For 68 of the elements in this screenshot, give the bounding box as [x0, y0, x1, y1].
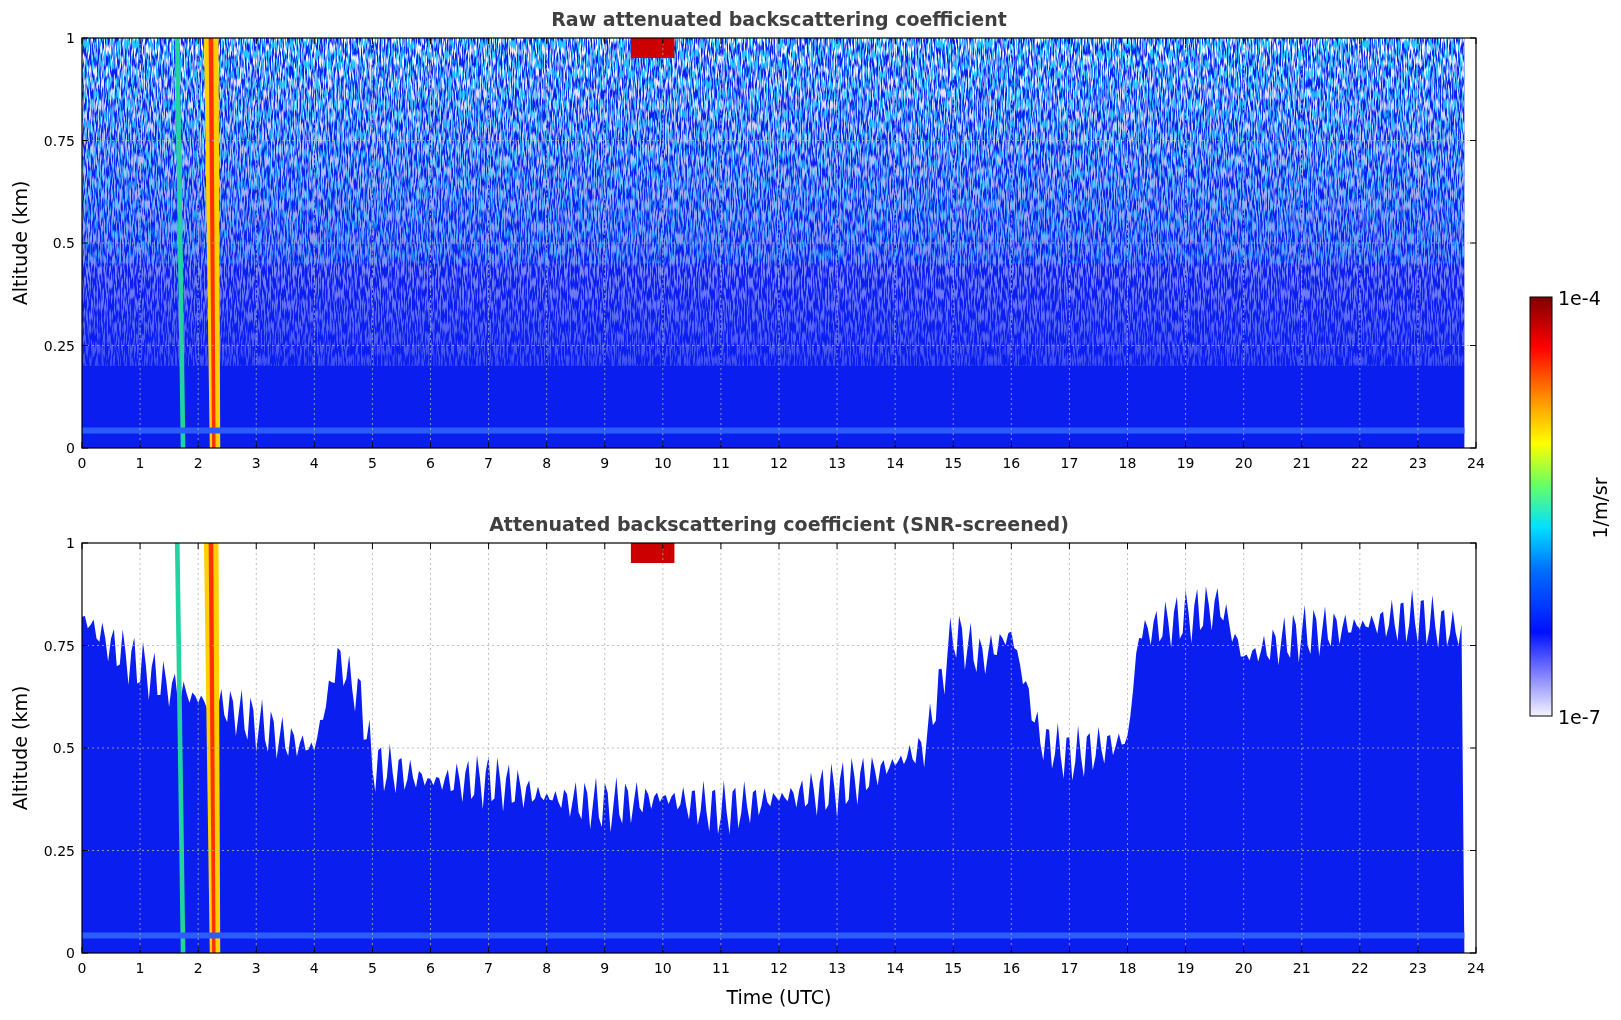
tick-label: 0.5 — [52, 740, 75, 756]
tick-label: 15 — [944, 960, 963, 976]
tick-label: 7 — [484, 960, 494, 976]
tick-label: 4 — [309, 960, 319, 976]
tick-label: 1 — [66, 535, 75, 551]
tick-label: 0 — [66, 945, 75, 961]
tick-label: 16 — [1002, 960, 1021, 976]
tick-label: 21 — [1292, 455, 1311, 471]
tick-label: 9 — [600, 455, 610, 471]
axis-label: Altitude (km) — [9, 180, 31, 306]
tick-label: 6 — [426, 455, 435, 471]
axis-label: Time (UTC) — [726, 986, 832, 1008]
tick-label: 12 — [770, 455, 788, 471]
tick-label: 13 — [828, 455, 846, 471]
tick-label: 23 — [1409, 960, 1427, 976]
colorbar-max-label: 1e-4 — [1558, 287, 1601, 309]
tick-label: 19 — [1176, 960, 1195, 976]
tick-label: 8 — [542, 960, 552, 976]
tick-label: 1 — [135, 960, 145, 976]
tick-label: 14 — [886, 960, 905, 976]
tick-label: 22 — [1350, 960, 1369, 976]
tick-label: 23 — [1409, 455, 1427, 471]
tick-label: 1 — [66, 30, 75, 46]
tick-label: 7 — [484, 455, 494, 471]
tick-label: 3 — [251, 455, 261, 471]
tick-label: 1 — [135, 455, 145, 471]
tick-label: 24 — [1467, 960, 1485, 976]
tick-label: 14 — [886, 455, 905, 471]
tick-label: 22 — [1350, 455, 1369, 471]
panel-title: Raw attenuated backscattering coefficient — [551, 8, 1007, 30]
tick-label: 6 — [426, 960, 435, 976]
tick-label: 3 — [251, 960, 261, 976]
tick-label: 10 — [653, 455, 672, 471]
tick-label: 4 — [309, 455, 319, 471]
tick-label: 12 — [770, 960, 788, 976]
tick-label: 0 — [77, 960, 87, 976]
tick-label: 2 — [193, 960, 203, 976]
tick-label: 15 — [944, 455, 963, 471]
tick-label: 8 — [542, 455, 552, 471]
tick-label: 0.75 — [43, 132, 75, 149]
tick-label: 19 — [1176, 455, 1195, 471]
tick-label: 2 — [193, 455, 203, 471]
tick-label: 0.25 — [43, 842, 75, 859]
tick-label: 17 — [1060, 455, 1079, 471]
tick-label: 18 — [1118, 455, 1137, 471]
tick-label: 0.75 — [43, 637, 75, 654]
colorbar-unit-label: 1/m/sr — [1589, 477, 1611, 539]
tick-label: 0.25 — [43, 337, 75, 354]
colorbar-min-label: 1e-7 — [1558, 706, 1601, 728]
tick-label: 16 — [1002, 455, 1021, 471]
tick-label: 13 — [828, 960, 846, 976]
tick-label: 11 — [712, 455, 730, 471]
tick-label: 0 — [77, 455, 87, 471]
tick-label: 20 — [1234, 960, 1253, 976]
tick-label: 9 — [600, 960, 610, 976]
tick-label: 20 — [1234, 455, 1253, 471]
tick-label: 0.5 — [52, 235, 75, 251]
tick-label: 0 — [66, 440, 75, 456]
tick-label: 24 — [1467, 455, 1485, 471]
tick-label: 18 — [1118, 960, 1137, 976]
tick-label: 5 — [367, 455, 377, 471]
tick-label: 17 — [1060, 960, 1079, 976]
tick-label: 5 — [367, 960, 377, 976]
axis-label: Altitude (km) — [9, 685, 31, 811]
tick-label: 11 — [712, 960, 730, 976]
tick-label: 10 — [653, 960, 672, 976]
panel-title: Attenuated backscattering coefficient (SNR-screened) — [489, 513, 1069, 535]
tick-label: 21 — [1292, 960, 1311, 976]
